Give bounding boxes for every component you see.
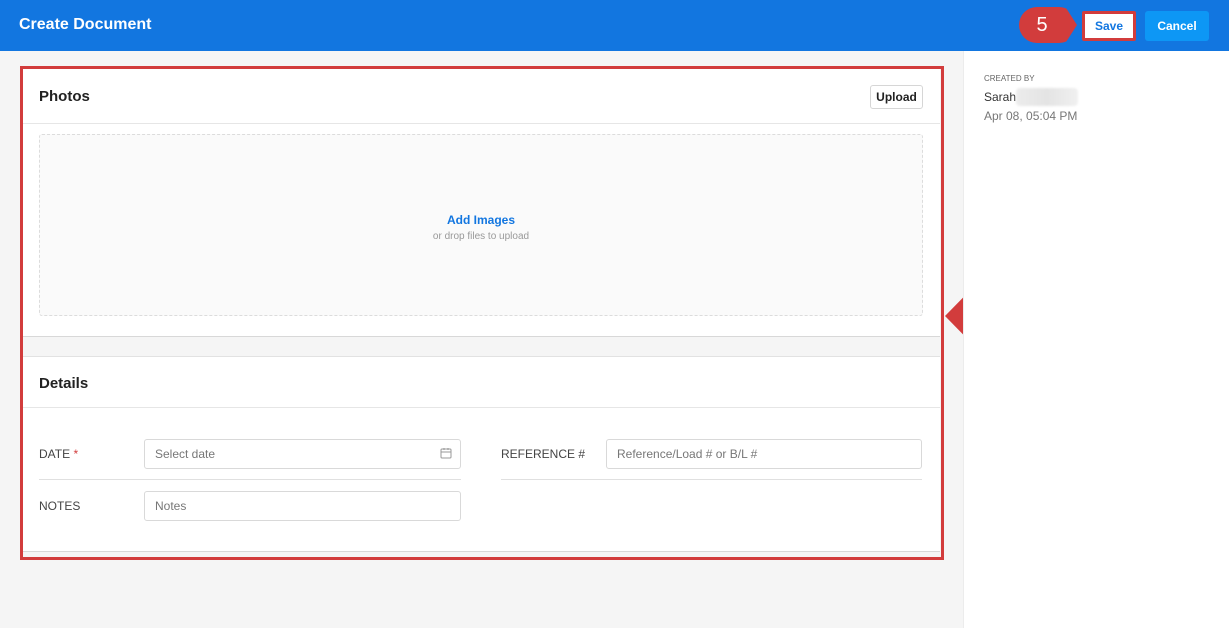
- details-card: Details DATE * REFERENCE # NOTES: [23, 356, 940, 552]
- photos-title: Photos: [39, 88, 90, 105]
- calendar-icon[interactable]: [440, 447, 452, 459]
- details-title: Details: [39, 375, 89, 392]
- created-by-label: CREATED BY: [984, 74, 1035, 83]
- reference-label: REFERENCE #: [501, 447, 586, 461]
- cancel-button[interactable]: Cancel: [1145, 11, 1209, 41]
- date-label: DATE *: [39, 447, 78, 461]
- save-button[interactable]: Save: [1082, 11, 1136, 41]
- image-dropzone[interactable]: Add Images or drop files to upload: [39, 134, 923, 316]
- date-input[interactable]: [144, 439, 461, 469]
- step-marker-5: 5: [1019, 7, 1077, 43]
- date-label-text: DATE: [39, 447, 71, 461]
- drop-hint: or drop files to upload: [432, 231, 530, 242]
- created-date: Apr 08, 05:04 PM: [984, 109, 1078, 123]
- required-mark: *: [73, 447, 79, 461]
- upload-button[interactable]: Upload: [870, 85, 923, 109]
- reference-input[interactable]: [606, 439, 922, 469]
- page-title: Create Document: [19, 16, 152, 33]
- field-divider: [39, 479, 461, 480]
- add-images-link[interactable]: Add Images: [40, 213, 922, 227]
- divider: [23, 407, 940, 408]
- field-divider: [501, 479, 922, 480]
- redacted-surname: [1016, 88, 1078, 106]
- notes-input[interactable]: [144, 491, 461, 521]
- notes-label: NOTES: [39, 499, 81, 513]
- divider: [23, 123, 940, 124]
- created-by-name: Sarah: [984, 90, 1017, 104]
- info-sidebar: CREATED BY Sarah Apr 08, 05:04 PM: [963, 51, 1229, 628]
- photos-card: Photos Upload Add Images or drop files t…: [23, 69, 940, 337]
